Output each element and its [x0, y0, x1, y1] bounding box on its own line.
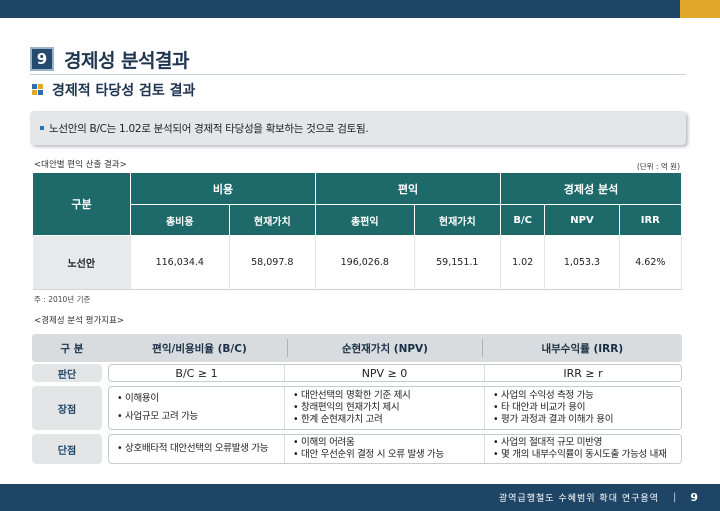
page-number: 9 [690, 491, 698, 504]
list-item: • 타 대안과 비교가 용이 [493, 402, 586, 413]
row-label: 노선안 [32, 235, 131, 290]
table1-unit: (단위 : 억 원) [636, 162, 680, 171]
row-label: 장점 [32, 386, 102, 430]
criteria-header-bc: 편익/비용비율 (B/C) [152, 342, 247, 355]
header-econ: 경제성 분석 [500, 172, 682, 205]
criteria-row-cons: 단점 • 상호배타적 대안선택의 오류발생 가능 • 이해의 어려움 • 대안 … [32, 434, 682, 464]
table-row: 노선안 116,034.4 58,097.8 196,026.8 59,151.… [32, 235, 683, 290]
table-cell: 196,026.8 [315, 235, 415, 290]
list-item: • 상호배타적 대안선택의 오류발생 가능 [117, 443, 269, 454]
col-header: IRR [618, 204, 683, 236]
list-item: • 대안 우선순위 결정 시 오류 발생 가능 [293, 449, 444, 460]
pros-irr: • 사업의 수익성 측정 가능 • 타 대안과 비교가 용이 • 평가 과정과 … [485, 387, 681, 429]
criteria-header: 구 분 편익/비용비율 (B/C) 순현재가치 (NPV) 내부수익률 (IRR… [32, 334, 682, 362]
summary-text: 노선안의 B/C는 1.02로 분석되어 경제적 타당성을 확보하는 것으로 검… [49, 122, 369, 135]
table-cell: 4.62% [619, 235, 683, 290]
list-item: • 사업의 절대적 규모 미반영 [493, 437, 603, 448]
pros-npv: • 대안선택의 명확한 기준 제시 • 창래편익의 현재가치 제시 • 한계 순… [285, 387, 485, 429]
list-item: • 대안선택의 명확한 기준 제시 [293, 390, 411, 401]
judge-npv: NPV ≥ 0 [285, 365, 485, 381]
table2-caption: <경제성 분석 평가지표> [34, 316, 125, 326]
top-bar [0, 0, 720, 18]
list-item: • 몇 개의 내부수익률이 동시도출 가능성 내재 [493, 449, 667, 460]
list-item: • 사업규모 고려 가능 [117, 411, 198, 422]
cons-bc: • 상호배타적 대안선택의 오류발생 가능 [109, 435, 285, 463]
benefit-table: 구분 비용 편익 경제성 분석 총비용 현재가치 총편익 현재가치 B/C NP… [32, 172, 683, 290]
table-header-row: 구분 비용 편익 경제성 분석 [32, 172, 682, 236]
criteria-row-judge: 판단 B/C ≥ 1 NPV ≥ 0 IRR ≥ r [32, 364, 682, 382]
row-label: 판단 [32, 364, 102, 382]
cons-irr: • 사업의 절대적 규모 미반영 • 몇 개의 내부수익률이 동시도출 가능성 … [485, 435, 681, 463]
top-bar-accent [680, 0, 720, 18]
list-item: • 창래편익의 현재가치 제시 [293, 402, 400, 413]
table-cell: 116,034.4 [130, 235, 230, 290]
cons-npv: • 이해의 어려움 • 대안 우선순위 결정 시 오류 발생 가능 [285, 435, 485, 463]
grid-square-icon [32, 84, 44, 96]
page-title: 경제성 분석결과 [64, 49, 189, 72]
section-number-badge: 9 [30, 47, 54, 71]
table1-caption: <대안별 편익 산출 결과> [34, 160, 127, 170]
col-header: 총편익 [315, 204, 415, 236]
list-item: • 이해용이 [117, 393, 159, 404]
header-gubun: 구분 [32, 172, 131, 236]
col-header: NPV [544, 204, 620, 236]
table-subheader-row: 총비용 현재가치 총편익 현재가치 B/C NPV IRR [33, 204, 683, 236]
col-header: 총비용 [130, 204, 230, 236]
table-cell: 1.02 [500, 235, 546, 290]
table-cell: 59,151.1 [414, 235, 502, 290]
table-cell: 1,053.3 [544, 235, 620, 290]
subtitle: 경제적 타당성 검토 결과 [52, 83, 196, 99]
table-cell: 58,097.8 [229, 235, 317, 290]
footer-separator: | [672, 492, 677, 503]
col-header: 현재가치 [413, 204, 502, 236]
footer-title: 광역급행철도 수혜범위 확대 연구용역 [498, 494, 659, 504]
criteria-header-npv: 순현재가치 (NPV) [341, 342, 428, 355]
col-header: B/C [500, 204, 546, 236]
header-cost: 비용 [129, 172, 317, 205]
criteria-header-gubun: 구 분 [60, 342, 84, 355]
summary-box: 노선안의 B/C는 1.02로 분석되어 경제적 타당성을 확보하는 것으로 검… [30, 111, 686, 145]
list-item: • 사업의 수익성 측정 가능 [493, 390, 594, 401]
col-header: 현재가치 [228, 204, 317, 236]
criteria-header-irr: 내부수익률 (IRR) [541, 342, 624, 355]
list-item: • 평가 과정과 결과 이해가 용이 [493, 414, 614, 425]
judge-irr: IRR ≥ r [563, 366, 603, 380]
header-benefit: 편익 [315, 172, 502, 205]
square-bullet-icon [40, 126, 44, 130]
row-label: 단점 [32, 434, 102, 464]
section-title: 9 경제성 분석결과 [30, 46, 189, 72]
list-item: • 한계 순현재가치 고려 [293, 414, 383, 425]
table1-note: 주 : 2010년 기준 [34, 295, 91, 304]
list-item: • 이해의 어려움 [293, 437, 355, 448]
criteria-row-pros: 장점 • 이해용이 • 사업규모 고려 가능 • 대안선택의 명확한 기준 제시… [32, 386, 682, 430]
judge-bc: B/C ≥ 1 [109, 365, 285, 381]
title-divider [30, 74, 686, 75]
pros-bc: • 이해용이 • 사업규모 고려 가능 [109, 387, 285, 429]
subtitle-row: 경제적 타당성 검토 결과 [32, 80, 195, 100]
footer-bar: 광역급행철도 수혜범위 확대 연구용역 | 9 [0, 484, 720, 511]
